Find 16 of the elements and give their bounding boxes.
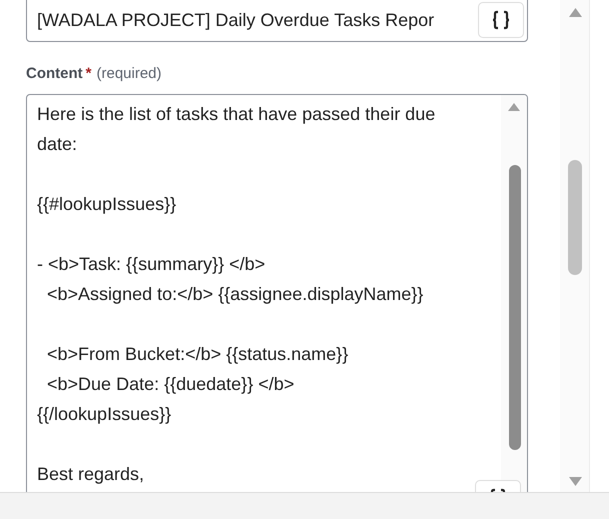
scroll-down-icon [569,477,582,486]
braces-icon [492,10,510,30]
required-hint: (required) [96,64,162,84]
subject-value: [WADALA PROJECT] Daily Overdue Tasks Repor [37,8,436,32]
subject-field[interactable]: [WADALA PROJECT] Daily Overdue Tasks Repor [26,0,528,42]
scroll-up-icon [508,102,520,110]
scrollbar-thumb[interactable] [509,164,521,450]
insert-variable-button[interactable] [478,2,524,38]
scrollbar-thumb[interactable] [568,160,582,275]
scroll-up-icon [569,8,582,17]
required-mark: * [86,64,92,84]
content-field[interactable] [26,94,528,492]
textarea-scrollbar[interactable] [501,94,527,492]
field-label: Content [26,64,83,84]
page-scrollbar[interactable] [560,0,590,492]
content-value: Here is the list of tasks that have passed their due date: {{#lookupIssues}} - <b>Task: {{summary}} </b> <b>Assigned to:</b> {{assignee.displayName}} <b>From Bucket:</b> {{status.name}} <b>Due Date: {{duedate}} </b> {{/lookupIssues}} Best regards, [36,102,436,486]
